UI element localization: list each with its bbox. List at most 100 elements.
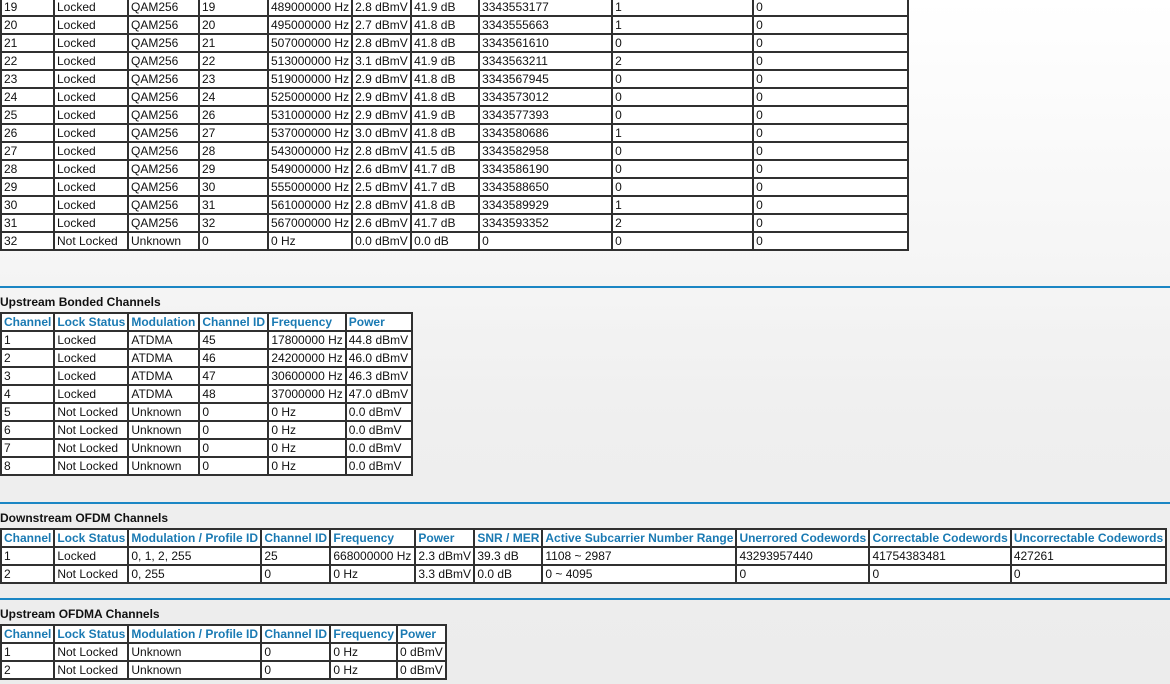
table-cell: 1	[611, 15, 755, 35]
table-cell: 31	[0, 213, 55, 233]
table-cell: QAM256	[127, 177, 200, 197]
table-cell: 0	[868, 564, 1012, 584]
table-row: 27 Locked QAM256 28 543000000 Hz 2.8 dBmV 41.5…	[0, 141, 910, 161]
table-row: 1 Not Locked Unknown 0 0 Hz 0 dBmV	[0, 642, 447, 662]
table-cell: 519000000 Hz	[266, 69, 354, 89]
column-header: Channel	[0, 312, 56, 332]
table-cell: ATDMA	[127, 384, 201, 404]
upstream-bonded-title: Upstream Bonded Channels	[0, 295, 161, 309]
table-cell: 0 Hz	[267, 438, 347, 458]
table-cell: Not Locked	[53, 231, 129, 251]
table-row: 1 Locked ATDMA 45 17800000 Hz 44.8 dBmV	[0, 330, 413, 350]
table-cell: 19	[198, 0, 269, 17]
table-cell: 0 Hz	[267, 402, 347, 422]
table-cell: Locked	[53, 177, 129, 197]
table-cell: Locked	[53, 159, 129, 179]
section-divider	[0, 598, 1170, 600]
upstream-bonded-header-row: Channel Lock Status Modulation Channel ID Fr…	[0, 312, 413, 332]
table-cell: 41.9 dB	[410, 105, 481, 125]
table-cell: Locked	[53, 69, 129, 89]
table-cell: 3343561610	[478, 33, 614, 53]
table-row: 28 Locked QAM256 29 549000000 Hz 2.6 dBmV 41.7…	[0, 159, 910, 179]
table-cell: 7	[0, 438, 56, 458]
table-cell: 3343563211	[478, 51, 614, 71]
upstream-ofdma-header-row: Channel Lock Status Modulation / Profile I…	[0, 624, 447, 644]
table-cell: 41.7 dB	[410, 213, 481, 233]
table-cell: 31	[198, 195, 269, 215]
table-cell: 0	[752, 105, 910, 125]
table-cell: 0	[735, 564, 871, 584]
table-cell: 32	[0, 231, 55, 251]
table-row: 4 Locked ATDMA 48 37000000 Hz 47.0 dBmV	[0, 384, 413, 404]
table-cell: 525000000 Hz	[266, 87, 354, 107]
table-row: 30 Locked QAM256 31 561000000 Hz 2.8 dBmV 41.8…	[0, 195, 910, 215]
column-header: Correctable Codewords	[868, 528, 1012, 548]
table-cell: 46.3 dBmV	[344, 366, 413, 386]
table-cell: 0	[478, 231, 614, 251]
table-cell: 0.0 dB	[410, 231, 481, 251]
table-cell: Unknown	[127, 231, 200, 251]
table-cell: 0	[752, 51, 910, 71]
table-cell: 0 Hz	[267, 456, 347, 476]
table-row: 31 Locked QAM256 32 567000000 Hz 2.6 dBmV 41.7…	[0, 213, 910, 233]
table-cell: 0.0 dBmV	[344, 420, 413, 440]
table-cell: 26	[0, 123, 55, 143]
table-cell: 39.3 dB	[473, 546, 544, 566]
table-cell: Locked	[53, 366, 130, 386]
table-cell: 0 dBmV	[396, 642, 447, 662]
table-cell: QAM256	[127, 87, 200, 107]
column-header: Frequency	[329, 528, 417, 548]
table-row: 3 Locked ATDMA 47 30600000 Hz 46.3 dBmV	[0, 366, 413, 386]
table-cell: QAM256	[127, 15, 200, 35]
table-cell: Locked	[53, 87, 129, 107]
table-cell: Not Locked	[53, 438, 130, 458]
table-cell: 0	[198, 231, 269, 251]
table-cell: 2.8 dBmV	[351, 195, 413, 215]
table-cell: QAM256	[127, 195, 200, 215]
table-cell: 2.6 dBmV	[351, 213, 413, 233]
table-row: 7 Not Locked Unknown 0 0 Hz 0.0 dBmV	[0, 438, 413, 458]
table-cell: 2	[0, 348, 56, 368]
table-row: 29 Locked QAM256 30 555000000 Hz 2.5 dBmV 41.7…	[0, 177, 910, 197]
table-row: 20 Locked QAM256 20 495000000 Hz 2.7 dBmV 41.8…	[0, 15, 910, 35]
column-header: Channel	[0, 624, 56, 644]
table-cell: 24	[198, 87, 269, 107]
table-cell: 495000000 Hz	[266, 15, 354, 35]
table-row: 2 Not Locked 0, 255 0 0 Hz 3.3 dBmV 0.0 dB 0 ~ …	[0, 564, 1168, 584]
table-cell: 32	[198, 213, 269, 233]
table-cell: 0 Hz	[266, 231, 354, 251]
table-cell: 3343577393	[478, 105, 614, 125]
table-cell: 0	[752, 87, 910, 107]
table-cell: 0	[752, 33, 910, 53]
section-divider	[0, 502, 1170, 504]
table-cell: 29	[198, 159, 269, 179]
table-row: 8 Not Locked Unknown 0 0 Hz 0.0 dBmV	[0, 456, 413, 476]
table-cell: 0	[260, 660, 332, 680]
table-cell: 549000000 Hz	[266, 159, 354, 179]
table-cell: 537000000 Hz	[266, 123, 354, 143]
column-header: Modulation	[127, 312, 201, 332]
column-header: Lock Status	[53, 624, 130, 644]
table-cell: 555000000 Hz	[266, 177, 354, 197]
table-cell: ATDMA	[127, 348, 201, 368]
table-cell: Not Locked	[53, 564, 130, 584]
table-cell: 3.0 dBmV	[351, 123, 413, 143]
table-cell: 2.7 dBmV	[351, 15, 413, 35]
table-cell: 507000000 Hz	[266, 33, 354, 53]
column-header: Channel	[0, 528, 56, 548]
table-cell: 1	[611, 0, 755, 17]
table-cell: Unknown	[127, 456, 201, 476]
table-cell: 20	[198, 15, 269, 35]
column-header: Active Subcarrier Number Range	[541, 528, 738, 548]
table-cell: 2.8 dBmV	[351, 0, 413, 17]
table-cell: 0	[611, 231, 755, 251]
table-cell: 0 Hz	[329, 642, 399, 662]
table-cell: 0	[198, 456, 270, 476]
table-cell: Unknown	[127, 642, 263, 662]
column-header: Lock Status	[53, 528, 130, 548]
table-row: 25 Locked QAM256 26 531000000 Hz 2.9 dBmV 41.9…	[0, 105, 910, 125]
table-cell: 3343553177	[478, 0, 614, 17]
table-cell: Not Locked	[53, 660, 130, 680]
table-cell: 0	[198, 420, 270, 440]
table-cell: 21	[0, 33, 55, 53]
